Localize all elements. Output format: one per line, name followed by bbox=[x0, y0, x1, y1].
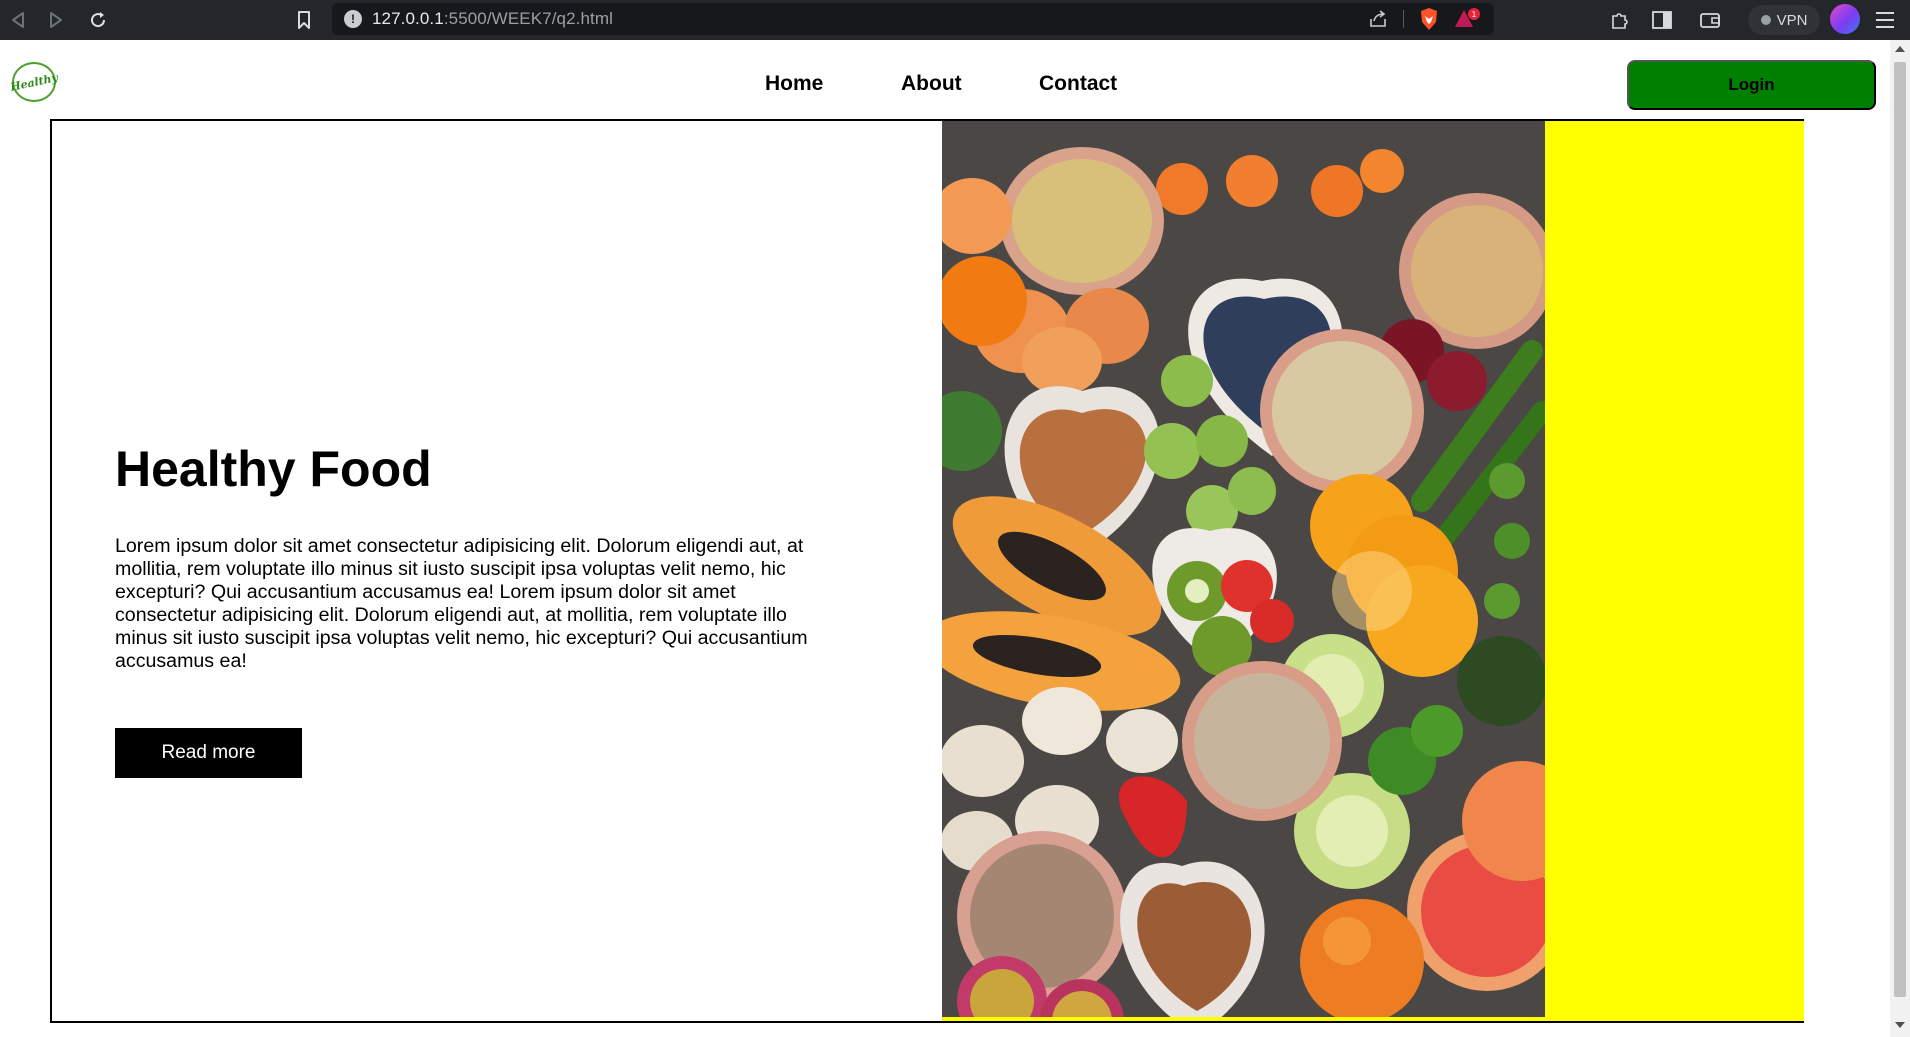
brave-shield-icon[interactable] bbox=[1418, 7, 1440, 31]
profile-avatar[interactable] bbox=[1830, 4, 1860, 34]
wallet-icon[interactable] bbox=[1698, 8, 1722, 32]
toolbar-separator bbox=[1403, 10, 1404, 28]
scrollbar-thumb[interactable] bbox=[1894, 62, 1906, 997]
login-button[interactable]: Login bbox=[1627, 60, 1876, 110]
browser-toolbar: ! 127.0.0.1:5500/WEEK7/q2.html 1 VPN bbox=[0, 0, 1910, 40]
extensions-icon[interactable] bbox=[1608, 8, 1632, 32]
vpn-button[interactable]: VPN bbox=[1748, 5, 1820, 35]
menu-icon[interactable] bbox=[1874, 9, 1896, 31]
reload-icon[interactable] bbox=[80, 2, 116, 38]
url-path: :5500/WEEK7/q2.html bbox=[443, 9, 613, 28]
rewards-icon[interactable]: 1 bbox=[1454, 7, 1484, 31]
site-info-icon[interactable]: ! bbox=[344, 10, 362, 28]
sidebar-icon[interactable] bbox=[1650, 8, 1674, 32]
hero-description: Lorem ipsum dolor sit amet consectetur a… bbox=[115, 535, 808, 672]
back-icon[interactable] bbox=[0, 2, 36, 38]
nav-home-link[interactable]: Home bbox=[765, 72, 823, 96]
url-host: 127.0.0.1 bbox=[372, 9, 444, 28]
bookmark-icon[interactable] bbox=[292, 6, 316, 34]
read-more-button[interactable]: Read more bbox=[115, 728, 302, 778]
hero-section: Healthy Food Lorem ipsum dolor sit amet … bbox=[50, 119, 1804, 1023]
forward-icon[interactable] bbox=[38, 2, 74, 38]
nav-about-link[interactable]: About bbox=[901, 72, 962, 96]
web-page: Healthy Home About Contact Login Healthy… bbox=[0, 40, 1890, 1037]
rewards-badge-count: 1 bbox=[1472, 10, 1477, 19]
nav-contact-link[interactable]: Contact bbox=[1039, 72, 1117, 96]
healthy-food-image bbox=[942, 121, 1545, 1017]
hero-title: Healthy Food bbox=[115, 441, 432, 497]
address-bar[interactable]: ! 127.0.0.1:5500/WEEK7/q2.html 1 bbox=[332, 3, 1494, 35]
scroll-up-icon[interactable] bbox=[1895, 46, 1905, 52]
vpn-label: VPN bbox=[1776, 11, 1808, 29]
page-scrollbar[interactable] bbox=[1890, 40, 1910, 1037]
vpn-status-icon bbox=[1760, 15, 1771, 25]
scroll-down-icon[interactable] bbox=[1895, 1022, 1905, 1028]
main-nav: Home About Contact bbox=[0, 72, 1890, 102]
hero-text-block: Healthy Food Lorem ipsum dolor sit amet … bbox=[115, 439, 837, 673]
url-text: 127.0.0.1:5500/WEEK7/q2.html bbox=[372, 9, 613, 29]
share-icon[interactable] bbox=[1368, 9, 1388, 29]
